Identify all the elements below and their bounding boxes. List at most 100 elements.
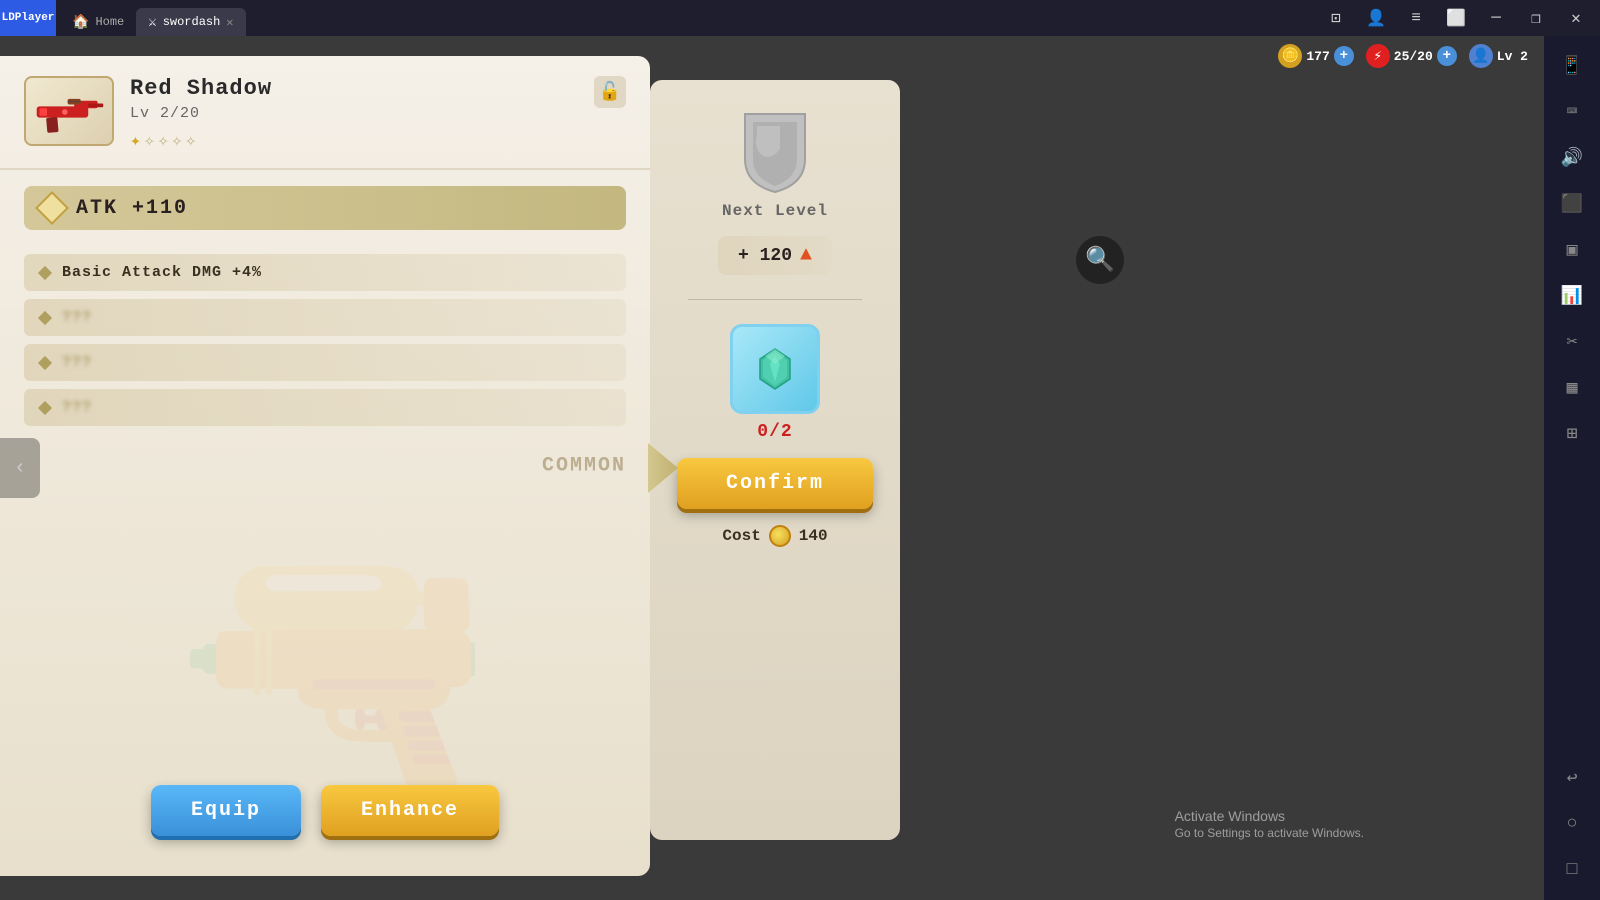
confirm-button[interactable]: Confirm: [677, 458, 873, 509]
sidebar-icon-square[interactable]: □: [1552, 850, 1592, 890]
tab-bar: 🏠 Home ⚔ swordash ✕: [60, 0, 246, 36]
level-icon: 👤: [1469, 44, 1493, 68]
compass-icon[interactable]: 🔍: [1076, 236, 1124, 284]
stat-text-4: ???: [62, 399, 92, 416]
window-controls: ⊡ 👤 ≡ ⬜ ─ ❐ ✕: [1320, 2, 1600, 34]
tab-close-icon[interactable]: ✕: [226, 15, 233, 30]
weapon-stars: ✦ ✧ ✧ ✧ ✧: [130, 130, 626, 152]
atk-diamond-icon: [35, 191, 69, 225]
close-window-button[interactable]: ✕: [1560, 2, 1592, 34]
weapon-header: Red Shadow Lv 2/20 ✦ ✧ ✧ ✧ ✧ COMMON: [0, 56, 650, 170]
stat-row-2: ???: [24, 299, 626, 336]
stat-bullet-4: [38, 400, 52, 414]
atk-up-arrow-icon: ▲: [800, 244, 812, 267]
stat-text-3: ???: [62, 354, 92, 371]
weapon-sprite: [32, 84, 107, 139]
atk-increase: + 120 ▲: [718, 236, 832, 275]
crystal-count: 0/2: [757, 422, 792, 442]
gold-value: 177: [1306, 49, 1329, 64]
lock-icon[interactable]: 🔓: [594, 76, 626, 108]
atk-value: ATK +110: [76, 197, 188, 220]
stat-row-3: ???: [24, 344, 626, 381]
stat-bullet-1: [38, 265, 52, 279]
crystal-icon: [730, 324, 820, 414]
sidebar-icon-undo[interactable]: ↩: [1552, 758, 1592, 798]
sidebar-icon-8[interactable]: ▦: [1552, 368, 1592, 408]
energy-value: 25/20: [1394, 49, 1433, 64]
toolbar-icon-1[interactable]: ⊡: [1320, 2, 1352, 34]
weapon-buttons: Equip Enhance: [0, 785, 650, 836]
sidebar-icon-3[interactable]: 🔊: [1552, 138, 1592, 178]
level-value: Lv 2: [1497, 49, 1528, 64]
toolbar-icon-4[interactable]: ⬜: [1440, 2, 1472, 34]
tab-home[interactable]: 🏠 Home: [60, 8, 136, 36]
star-4: ✧: [172, 130, 183, 152]
gold-icon: 🪙: [1278, 44, 1302, 68]
sidebar-icon-4[interactable]: ⬛: [1552, 184, 1592, 224]
activate-windows-notice: Activate Windows Go to Settings to activ…: [1175, 808, 1364, 840]
next-level-section: Next Level: [722, 104, 828, 220]
logo-text: LD: [2, 12, 15, 24]
modal-container: ‹ 🔓: [0, 36, 900, 900]
next-level-label: Next Level: [722, 202, 828, 220]
tab-swordash[interactable]: ⚔ swordash ✕: [136, 8, 245, 36]
toolbar-icon-2[interactable]: 👤: [1360, 2, 1392, 34]
energy-icon: ⚡: [1366, 44, 1390, 68]
sidebar-icon-7[interactable]: ✂: [1552, 322, 1592, 362]
hud-energy: ⚡ 25/20 +: [1366, 44, 1457, 68]
stat-text-2: ???: [62, 309, 92, 326]
logo-text-2: Player: [15, 12, 55, 24]
next-level-shield: [735, 104, 815, 194]
divider-1: [688, 299, 862, 300]
stat-row-4: ???: [24, 389, 626, 426]
home-icon: 🏠: [72, 14, 89, 31]
back-button[interactable]: ‹: [0, 438, 40, 498]
stat-bullet-2: [38, 310, 52, 324]
cost-label: Cost: [722, 527, 760, 545]
atk-bar: ATK +110: [24, 186, 626, 230]
sidebar-icon-circle[interactable]: ○: [1552, 804, 1592, 844]
stats-list: Basic Attack DMG +4% ??? ??? ???: [0, 246, 650, 434]
weapon-name: Red Shadow: [130, 76, 626, 101]
atk-increase-value: + 120: [738, 246, 792, 266]
coin-icon: [769, 525, 791, 547]
crystal-sprite: [750, 344, 800, 394]
stat-bullet-3: [38, 355, 52, 369]
weapon-image: [24, 76, 114, 146]
sidebar-icon-1[interactable]: 📱: [1552, 46, 1592, 86]
star-5: ✧: [185, 130, 196, 152]
app-logo: LD Player: [0, 0, 56, 36]
sidebar-icon-9[interactable]: ⊞: [1552, 414, 1592, 454]
tab-swordash-label: swordash: [163, 15, 221, 29]
hud-level: 👤 Lv 2: [1469, 44, 1528, 68]
sword-icon: ⚔: [148, 14, 156, 31]
add-energy-button[interactable]: +: [1437, 46, 1457, 66]
toolbar-icon-3[interactable]: ≡: [1400, 2, 1432, 34]
enhance-button[interactable]: Enhance: [321, 785, 499, 836]
sidebar-icon-6[interactable]: 📊: [1552, 276, 1592, 316]
upgrade-panel: Next Level + 120 ▲ 0/2 Confirm: [650, 80, 900, 840]
weapon-panel: 🔓: [0, 56, 650, 876]
crystal-section: 0/2: [730, 324, 820, 442]
sidebar-icon-5[interactable]: ▣: [1552, 230, 1592, 270]
sidebar-icon-2[interactable]: ⌨: [1552, 92, 1592, 132]
activate-line2: Go to Settings to activate Windows.: [1175, 826, 1364, 840]
minimize-button[interactable]: ─: [1480, 2, 1512, 34]
star-2: ✧: [144, 130, 155, 152]
restore-button[interactable]: ❐: [1520, 2, 1552, 34]
cost-display: Cost 140: [722, 525, 827, 547]
weapon-info: Red Shadow Lv 2/20 ✦ ✧ ✧ ✧ ✧: [130, 76, 626, 152]
tab-home-label: Home: [95, 15, 124, 29]
equip-button[interactable]: Equip: [151, 785, 301, 836]
weapon-rarity: COMMON: [542, 455, 626, 478]
cost-amount: 140: [799, 527, 828, 545]
star-1: ✦: [130, 130, 141, 152]
titlebar: LD Player 🏠 Home ⚔ swordash ✕ ⊡ 👤 ≡ ⬜ ─ …: [0, 0, 1600, 36]
add-gold-button[interactable]: +: [1334, 46, 1354, 66]
game-hud: 🪙 177 + ⚡ 25/20 + 👤 Lv 2: [1262, 36, 1544, 76]
stat-text-1: Basic Attack DMG +4%: [62, 264, 262, 281]
stat-row-1: Basic Attack DMG +4%: [24, 254, 626, 291]
hud-gold: 🪙 177 +: [1278, 44, 1353, 68]
activate-line1: Activate Windows: [1175, 808, 1364, 824]
weapon-level: Lv 2/20: [130, 105, 626, 122]
